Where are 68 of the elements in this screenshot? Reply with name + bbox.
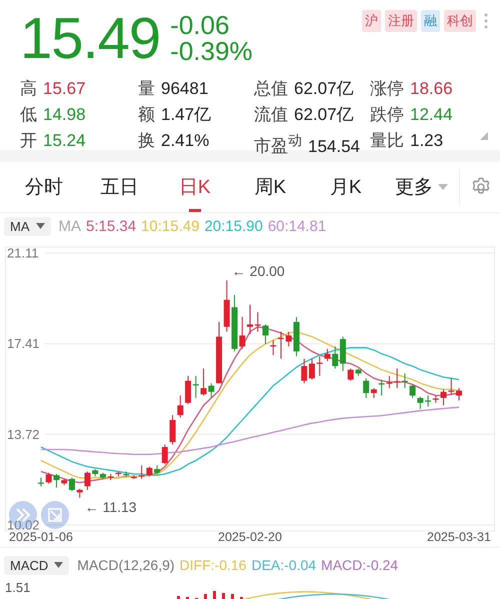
period-tab[interactable]: 五日 bbox=[82, 162, 157, 212]
period-tab[interactable]: 月K bbox=[308, 162, 384, 212]
period-tab[interactable]: 分时 bbox=[6, 162, 82, 212]
moving-average-value: 10:15.49 bbox=[141, 218, 200, 234]
double-chevron-icon bbox=[15, 508, 31, 522]
macd-value: MACD:-0.24 bbox=[321, 557, 398, 573]
axis-tick-label: 13.72 bbox=[7, 426, 40, 442]
axis-date-label: 2025-03-31 bbox=[427, 530, 491, 544]
more-icon[interactable] bbox=[484, 13, 488, 29]
stat-label: 额 bbox=[138, 104, 155, 126]
moving-average-value: 20:15.90 bbox=[204, 218, 263, 234]
price-annotation: ← 20.00 bbox=[232, 263, 285, 280]
stat-label: 总值 bbox=[254, 78, 288, 100]
caret-icon bbox=[54, 562, 64, 568]
stat-label: 高 bbox=[20, 78, 37, 100]
indicator-label: MA bbox=[58, 218, 81, 234]
stat-value: 18.66 bbox=[410, 78, 453, 100]
last-price: 15.49 bbox=[20, 6, 160, 72]
stat-value: 12.44 bbox=[410, 104, 453, 126]
stat-label: 量比 bbox=[370, 130, 404, 152]
stat-label: 市盈$^{动}$ bbox=[254, 132, 302, 158]
candlestick bbox=[456, 388, 462, 401]
stat-value: 1.23 bbox=[410, 130, 444, 152]
period-tab[interactable]: 更多 bbox=[384, 162, 459, 212]
stat-label: 低 bbox=[20, 104, 37, 126]
stat-value: 62.07亿 bbox=[294, 78, 354, 100]
axis-tick-label: 21.11 bbox=[7, 246, 39, 260]
axis-date-label: 2025-01-06 bbox=[9, 530, 73, 544]
axis-date-label: 2025-02-20 bbox=[218, 530, 282, 544]
market-tag: 注册 bbox=[385, 10, 417, 32]
period-tab[interactable]: 周K bbox=[232, 162, 308, 212]
stat-label: 流值 bbox=[254, 104, 288, 126]
stat-value: 14.98 bbox=[43, 104, 86, 126]
moving-average-value: 60:14.81 bbox=[268, 218, 326, 234]
candlestick bbox=[38, 477, 44, 487]
candlestick bbox=[247, 304, 253, 335]
axis-tick-label: 17.41 bbox=[7, 336, 40, 352]
indicator-dropdown[interactable]: MA bbox=[4, 216, 50, 236]
caret-icon bbox=[438, 184, 448, 190]
corner-triangle-icon[interactable] bbox=[480, 132, 488, 140]
stat-value: 154.54 bbox=[308, 136, 360, 158]
macd-value: DIFF:-0.16 bbox=[180, 557, 246, 573]
stat-value: 62.07亿 bbox=[294, 104, 354, 126]
price-annotation: ← 11.13 bbox=[84, 498, 137, 515]
stat-label: 涨停 bbox=[370, 78, 404, 100]
market-tag: 沪 bbox=[362, 10, 381, 32]
axis-tick-label: 1.51 bbox=[5, 580, 30, 595]
stat-value: 2.41% bbox=[161, 130, 210, 152]
expand-button[interactable] bbox=[9, 501, 37, 529]
axis-tick-label: 10.02 bbox=[7, 518, 40, 532]
stat-value: 1.47亿 bbox=[161, 104, 212, 126]
caret-icon bbox=[36, 223, 44, 229]
market-tag: 科创 bbox=[444, 10, 476, 32]
stat-label: 换 bbox=[138, 130, 155, 152]
stat-label: 开 bbox=[20, 130, 37, 152]
stat-value: 15.24 bbox=[43, 130, 86, 152]
indicator-label: MACD(12,26,9) bbox=[77, 557, 175, 573]
market-tag: 融 bbox=[421, 10, 440, 32]
stat-label: 跌停 bbox=[370, 104, 404, 126]
moving-average-value: 5:15.34 bbox=[86, 218, 136, 234]
stat-label: 量 bbox=[138, 78, 155, 100]
indicator-dropdown[interactable]: MACD bbox=[4, 556, 70, 574]
macd-value: DEA:-0.04 bbox=[251, 557, 316, 573]
price-change: -0.06 bbox=[170, 12, 230, 38]
stat-value: 15.67 bbox=[43, 78, 86, 100]
square-arrow-icon bbox=[48, 508, 62, 522]
percent-change: -0.39% bbox=[170, 38, 253, 64]
stat-value: 96481 bbox=[161, 78, 208, 100]
